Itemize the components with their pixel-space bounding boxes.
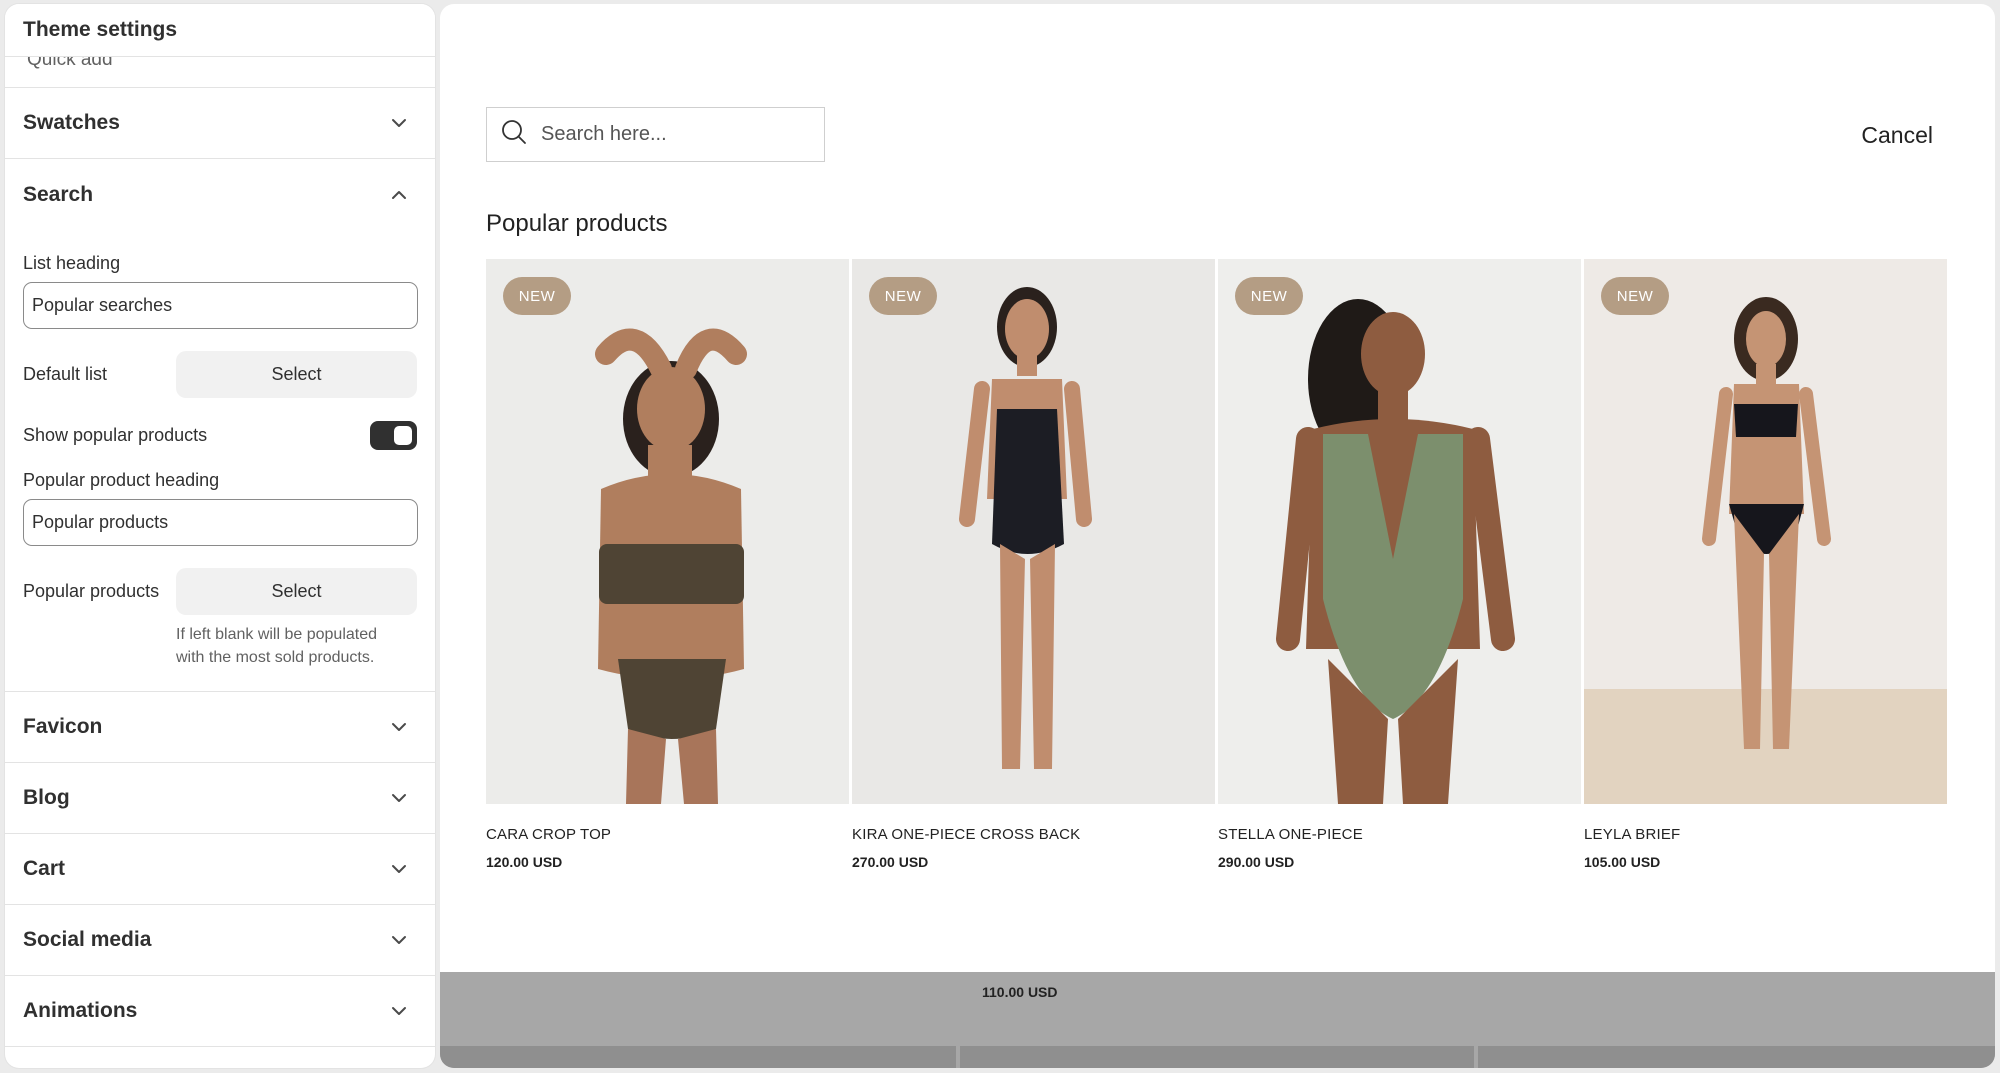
quick-add-label: Quick add [27, 57, 113, 70]
search-placeholder: Search here... [541, 123, 667, 145]
section-favicon[interactable]: Favicon [5, 692, 435, 763]
cancel-button[interactable]: Cancel [1861, 122, 1933, 149]
popular-product-heading-input[interactable]: Popular products [23, 499, 418, 546]
section-animations-label: Animations [23, 999, 138, 1022]
section-blog[interactable]: Blog [5, 763, 435, 834]
chevron-down-icon [391, 118, 407, 128]
suit-top [599, 544, 744, 604]
product-card[interactable]: NEW LEYLA BRIEF 105.00 USD [1584, 259, 1947, 870]
background-product-image [1478, 1046, 1995, 1068]
background-product-price: 110.00 USD [982, 984, 1058, 1000]
section-social-media-label: Social media [23, 928, 152, 951]
product-price: 290.00 USD [1218, 854, 1295, 870]
background-product-image [440, 1046, 956, 1068]
product-name[interactable]: STELLA ONE-PIECE [1218, 826, 1581, 843]
chevron-down-icon [391, 722, 407, 732]
chevron-down-icon [391, 1006, 407, 1016]
section-cart[interactable]: Cart [5, 834, 435, 905]
popular-product-heading-label: Popular product heading [23, 470, 220, 490]
storefront-preview: Search here... Cancel Popular products N… [440, 4, 1995, 1068]
section-social-media[interactable]: Social media [5, 905, 435, 976]
product-name[interactable]: CARA CROP TOP [486, 826, 849, 843]
popular-products-title: Popular products [486, 210, 668, 237]
product-image[interactable]: NEW [1218, 259, 1581, 804]
new-badge: NEW [869, 277, 937, 315]
list-heading-input[interactable]: Popular searches [23, 282, 418, 329]
popular-products-select-button[interactable]: Select [176, 568, 417, 615]
new-badge: NEW [1601, 277, 1669, 315]
list-heading-label: List heading [23, 253, 121, 273]
popular-products-label: Popular products [23, 581, 160, 601]
search-input[interactable]: Search here... [486, 107, 825, 162]
default-list-select-button[interactable]: Select [176, 351, 417, 398]
product-price: 270.00 USD [852, 854, 929, 870]
chevron-down-icon [391, 935, 407, 945]
show-popular-row: Show popular products [23, 421, 417, 450]
section-animations[interactable]: Animations [5, 976, 435, 1047]
show-popular-products-toggle[interactable] [370, 421, 417, 450]
section-cart-label: Cart [23, 857, 66, 880]
section-blog-label: Blog [23, 786, 70, 809]
product-name[interactable]: LEYLA BRIEF [1584, 826, 1947, 843]
quick-add-section-peek[interactable]: Quick add [5, 57, 435, 88]
show-popular-products-label: Show popular products [23, 425, 208, 445]
product-card[interactable]: NEW STELLA ONE-PIECE 290.00 USD [1218, 259, 1581, 870]
product-image[interactable]: NEW [1584, 259, 1947, 804]
product-grid: NEW CARA CROP TOP 120.00 USD NEW KIRA ON… [486, 259, 1947, 870]
section-search-header[interactable]: Search [23, 159, 417, 230]
chevron-up-icon [391, 190, 407, 200]
product-price: 120.00 USD [486, 854, 563, 870]
section-swatches[interactable]: Swatches [5, 88, 435, 159]
new-badge: NEW [1235, 277, 1303, 315]
product-image[interactable]: NEW [486, 259, 849, 804]
popular-products-help-text: If left blank will be populated with the… [176, 626, 378, 666]
sidebar-title: Theme settings [5, 4, 435, 57]
product-price: 105.00 USD [1584, 854, 1661, 870]
search-icon [501, 119, 527, 150]
section-favicon-label: Favicon [23, 715, 103, 738]
product-card[interactable]: NEW KIRA ONE-PIECE CROSS BACK 270.00 USD [852, 259, 1215, 870]
default-list-label: Default list [23, 364, 108, 384]
popular-products-row: Popular products Select [23, 568, 417, 615]
chevron-down-icon [391, 864, 407, 874]
new-badge: NEW [503, 277, 571, 315]
product-card[interactable]: NEW CARA CROP TOP 120.00 USD [486, 259, 849, 870]
theme-settings-sidebar: Theme settings Quick add Swatches Search… [5, 4, 435, 1068]
section-search: Search List heading Popular searches Def… [5, 159, 435, 692]
sidebar-scroll-area[interactable]: Quick add Swatches Search List heading P… [5, 57, 435, 1047]
product-image[interactable]: NEW [852, 259, 1215, 804]
default-list-row: Default list Select [23, 351, 417, 398]
chevron-down-icon [391, 793, 407, 803]
background-product-image [960, 1046, 1474, 1068]
product-name[interactable]: KIRA ONE-PIECE CROSS BACK [852, 826, 1215, 843]
section-swatches-label: Swatches [23, 111, 120, 134]
section-search-label: Search [23, 182, 94, 206]
background-page-overlay: 110.00 USD [440, 972, 1995, 1068]
